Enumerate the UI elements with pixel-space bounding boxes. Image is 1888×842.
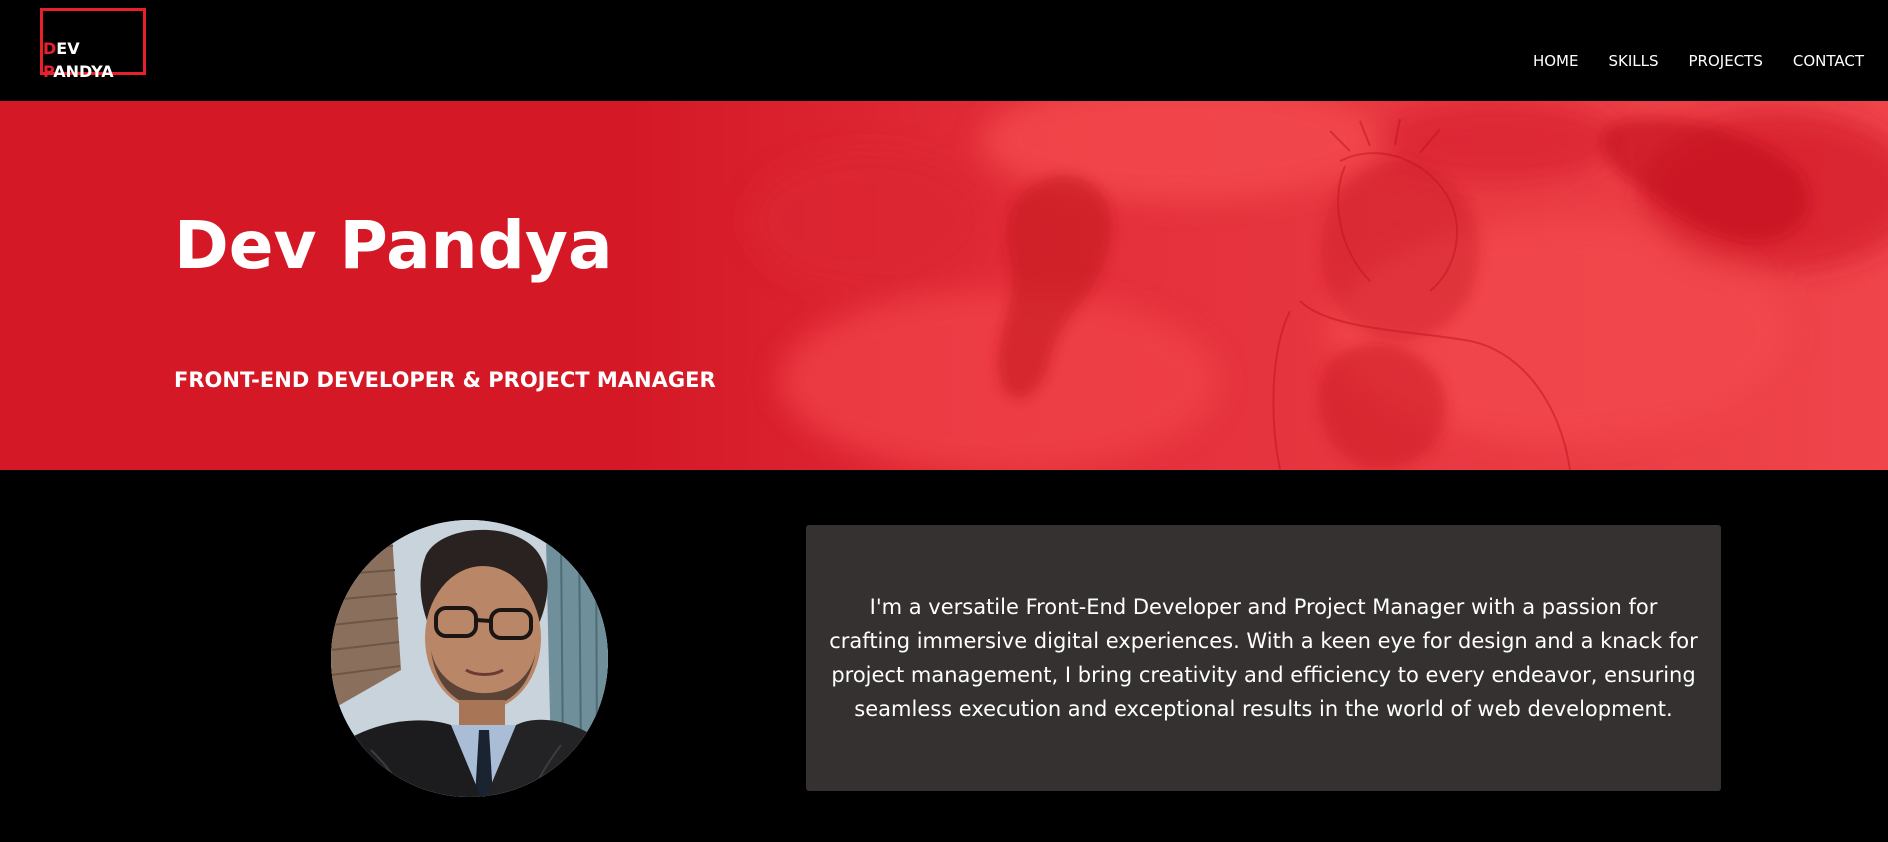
logo-line-2: PANDYA	[43, 62, 114, 82]
nav-link-projects[interactable]: PROJECTS	[1689, 51, 1763, 71]
profile-photo-illustration	[331, 520, 608, 797]
logo-initial-p: P	[43, 62, 54, 81]
nav-link-contact[interactable]: CONTACT	[1793, 51, 1864, 71]
site-header: DEV PANDYA HOME SKILLS PROJECTS CONTACT	[0, 0, 1888, 101]
logo-text-ev: EV	[56, 39, 80, 58]
logo-text-andya: ANDYA	[53, 62, 114, 81]
nav-link-skills[interactable]: SKILLS	[1608, 51, 1658, 71]
about-section: I'm a versatile Front-End Developer and …	[0, 470, 1888, 842]
logo-initial-d: D	[43, 39, 57, 58]
site-logo[interactable]: DEV PANDYA	[40, 8, 146, 81]
profile-avatar	[331, 520, 608, 797]
bio-card: I'm a versatile Front-End Developer and …	[806, 525, 1721, 791]
hero-banner: Dev Pandya FRONT-END DEVELOPER & PROJECT…	[0, 101, 1888, 470]
main-nav: HOME SKILLS PROJECTS CONTACT	[1503, 51, 1864, 71]
hero-title: Dev Pandya	[174, 207, 613, 284]
hero-subtitle: FRONT-END DEVELOPER & PROJECT MANAGER	[174, 368, 716, 392]
logo-line-1: DEV	[43, 39, 80, 59]
nav-link-home[interactable]: HOME	[1533, 51, 1579, 71]
bio-text: I'm a versatile Front-End Developer and …	[829, 595, 1698, 721]
